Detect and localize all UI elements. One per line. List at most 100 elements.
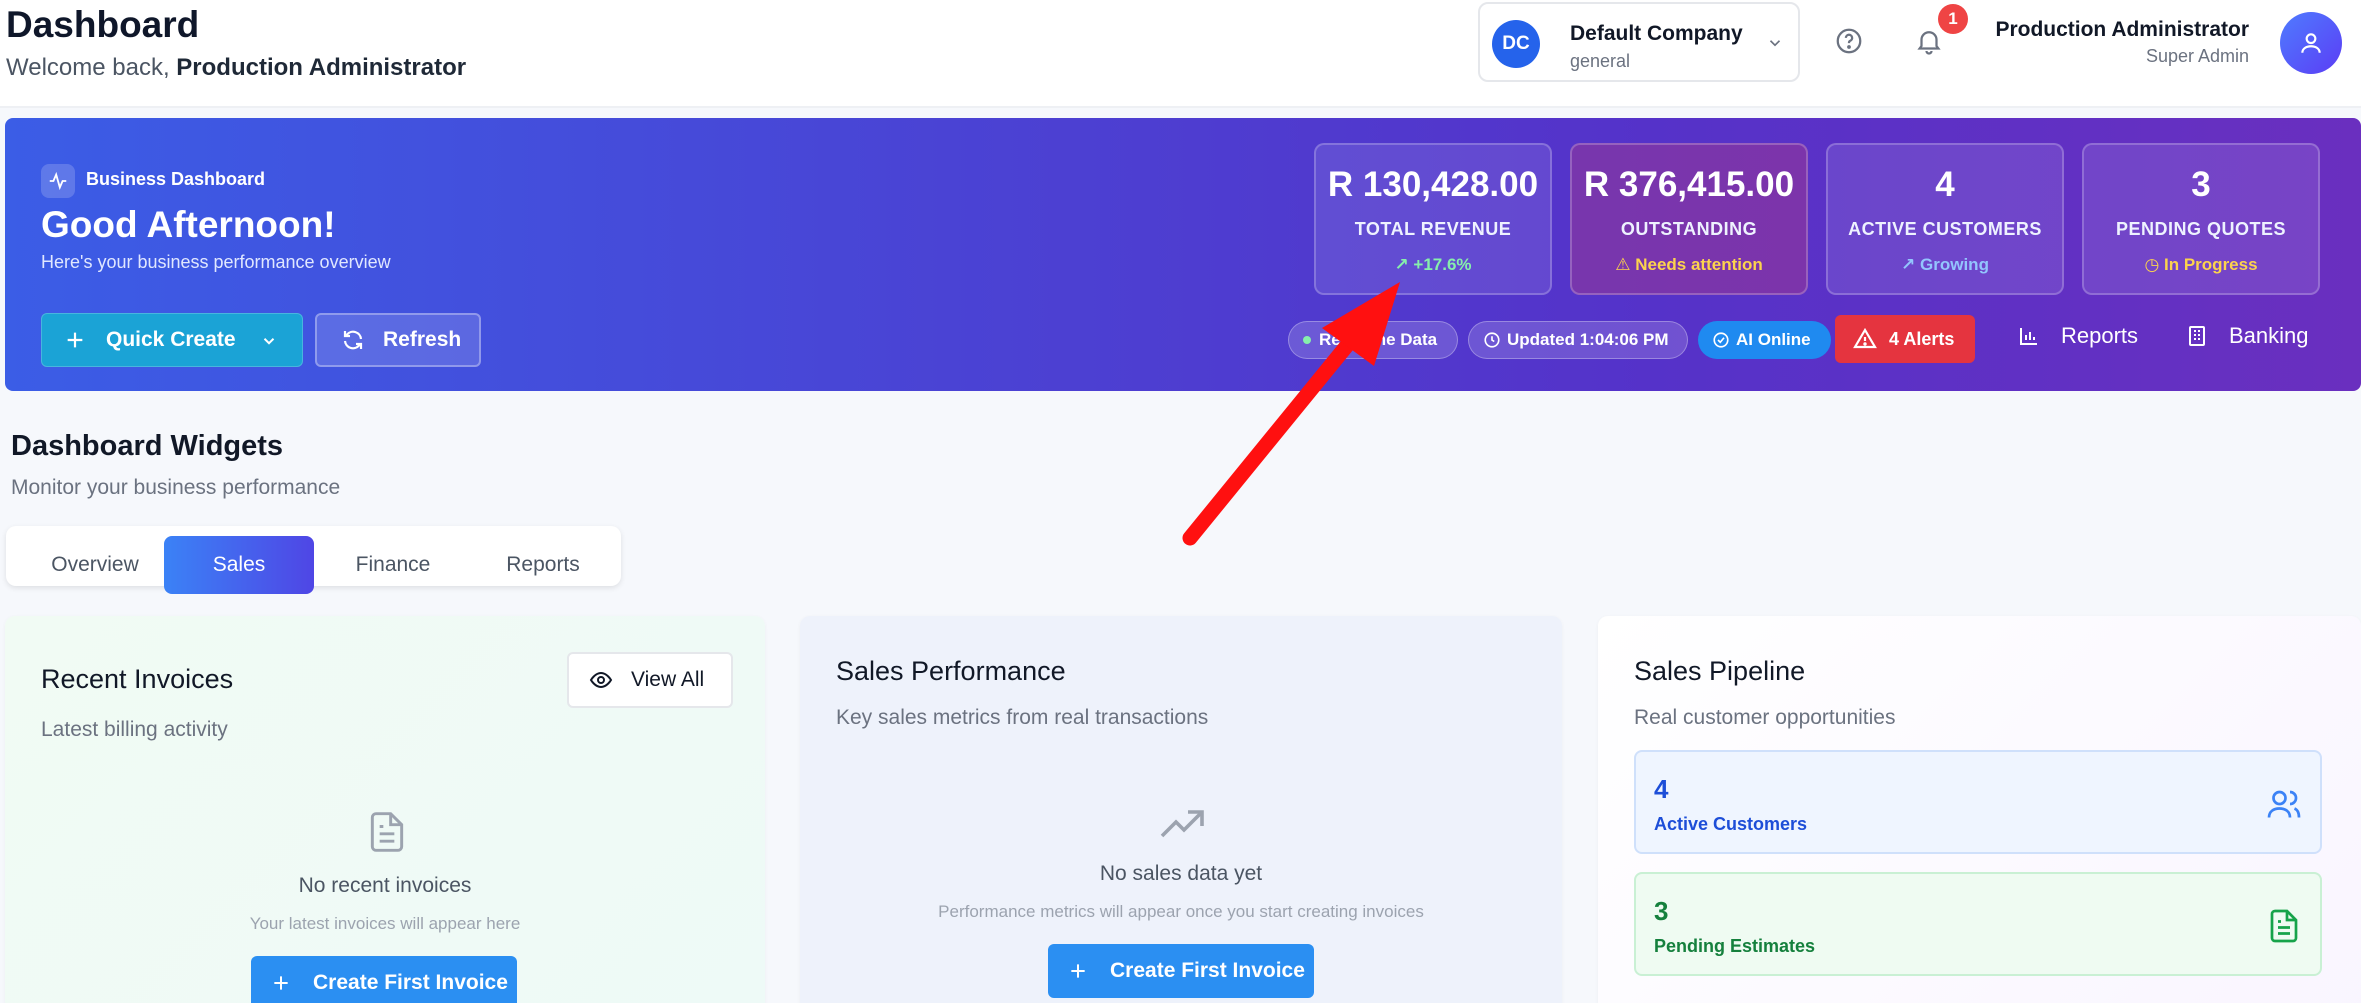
quick-create-button[interactable]: Quick Create (41, 313, 303, 367)
create-first-invoice-button[interactable]: Create First Invoice (1048, 944, 1314, 998)
user-icon (2301, 33, 2321, 53)
plus-icon (1071, 964, 1085, 978)
total-revenue-change: +17.6% (1413, 255, 1472, 274)
pending-quotes-status: ◷ In Progress (2084, 255, 2318, 275)
hero-greeting: Good Afternoon! (41, 204, 336, 245)
pipeline-active-customers-value: 4 (1654, 774, 1669, 804)
welcome-user-name: Production Administrator (176, 54, 467, 81)
recent-invoices-widget: Recent Invoices Latest billing activity … (5, 616, 765, 1003)
total-revenue-trend: ↗ +17.6% (1316, 255, 1550, 275)
active-customers-trend-text: Growing (1920, 255, 1989, 274)
no-sales-title: No sales data yet (1099, 862, 1263, 885)
clock-icon: ◷ (2144, 255, 2160, 274)
user-name: Production Administrator (1995, 18, 2249, 41)
clock-icon (1484, 332, 1500, 348)
eye-icon (589, 671, 613, 689)
bar-chart-icon (2020, 328, 2037, 345)
outstanding-label: OUTSTANDING (1620, 219, 1758, 239)
active-customers-label: ACTIVE CUSTOMERS (1848, 219, 2042, 239)
hero-banner: Business Dashboard Good Afternoon! Here'… (5, 118, 2361, 391)
company-subtitle: general (1570, 51, 1631, 71)
total-revenue-value: R 130,428.00 (1327, 165, 1539, 204)
pending-quotes-label: PENDING QUOTES (2115, 219, 2287, 239)
realtime-data-pill: Real-time Data (1288, 321, 1458, 359)
total-revenue-label: TOTAL REVENUE (1354, 219, 1512, 239)
reports-link[interactable]: Reports (2017, 323, 2138, 349)
company-avatar: DC (1492, 20, 1540, 68)
realtime-data-label: Real-time Data (1319, 330, 1438, 349)
hero-subtitle: Here's your business performance overvie… (41, 252, 391, 272)
live-dot-icon (1303, 336, 1311, 344)
building-icon (2189, 326, 2205, 346)
no-sales-subtitle: Performance metrics will appear once you… (938, 902, 1424, 921)
alerts-button[interactable]: 4 Alerts (1835, 315, 1975, 363)
recent-invoices-subtitle: Latest billing activity (41, 718, 228, 741)
users-icon (2267, 790, 2301, 818)
company-switcher[interactable]: DC Default Company general (1478, 2, 1800, 82)
file-text-icon (370, 812, 404, 852)
tab-reports[interactable]: Reports (468, 536, 618, 594)
pipeline-pending-estimates-card[interactable]: 3 Pending Estimates (1634, 872, 2322, 976)
pipeline-active-customers-card[interactable]: 4 Active Customers (1634, 750, 2322, 854)
no-invoices-title: No recent invoices (298, 874, 472, 897)
last-updated-pill: Updated 1:04:06 PM (1468, 321, 1688, 359)
pipeline-pending-estimates-value: 3 (1654, 896, 1669, 926)
trending-up-icon: ↗ (1901, 255, 1916, 274)
sales-performance-title: Sales Performance (836, 656, 1066, 686)
stat-card-pending-quotes[interactable]: 3 PENDING QUOTES ◷ In Progress (2082, 143, 2320, 295)
refresh-button[interactable]: Refresh (315, 313, 481, 367)
create-first-invoice-label: Create First Invoice (1110, 959, 1305, 982)
recent-invoices-title: Recent Invoices (41, 664, 234, 694)
welcome-message: Welcome back, Production Administrator (6, 54, 466, 82)
pending-quotes-value: 3 (2191, 165, 2211, 204)
refresh-icon (343, 330, 363, 350)
tab-finance[interactable]: Finance (318, 536, 468, 594)
ai-status-pill: AI Online (1698, 321, 1831, 359)
alerts-label: 4 Alerts (1889, 328, 1955, 349)
chevron-down-icon (1769, 40, 1781, 47)
trending-up-icon (1160, 810, 1204, 838)
outstanding-status: ⚠ Needs attention (1572, 255, 1806, 275)
sales-performance-subtitle: Key sales metrics from real transactions (836, 706, 1209, 729)
widget-tabs: Overview Sales Finance Reports (6, 526, 621, 594)
pipeline-active-customers-label: Active Customers (1654, 814, 1808, 834)
tab-overview[interactable]: Overview (20, 536, 170, 594)
create-first-invoice-button[interactable]: Create First Invoice (251, 956, 517, 1003)
bell-icon[interactable] (1914, 26, 1944, 56)
tab-sales[interactable]: Sales (164, 536, 314, 594)
no-invoices-subtitle: Your latest invoices will appear here (249, 914, 521, 933)
active-customers-trend: ↗ Growing (1828, 255, 2062, 275)
active-customers-value: 4 (1935, 165, 1955, 204)
hero-chip-label: Business Dashboard (86, 169, 266, 189)
company-name: Default Company (1570, 22, 1743, 45)
sales-pipeline-widget: Sales Pipeline Real customer opportuniti… (1598, 616, 2361, 1003)
refresh-label: Refresh (383, 328, 462, 351)
sales-pipeline-subtitle: Real customer opportunities (1634, 706, 1896, 729)
create-first-invoice-label: Create First Invoice (313, 971, 508, 994)
widgets-section-title: Dashboard Widgets (11, 430, 284, 462)
user-avatar[interactable] (2280, 12, 2342, 74)
stat-card-outstanding[interactable]: R 376,415.00 OUTSTANDING ⚠ Needs attenti… (1570, 143, 1808, 295)
sales-performance-widget: Sales Performance Key sales metrics from… (800, 616, 1562, 1003)
quick-create-label: Quick Create (106, 328, 236, 351)
outstanding-status-text: Needs attention (1635, 255, 1763, 274)
notification-badge: 1 (1938, 4, 1968, 34)
stat-card-active-customers[interactable]: 4 ACTIVE CUSTOMERS ↗ Growing (1826, 143, 2064, 295)
alert-triangle-icon (1853, 327, 1877, 349)
plus-icon (67, 332, 83, 348)
user-role: Super Admin (2145, 46, 2249, 66)
stat-card-total-revenue[interactable]: R 130,428.00 TOTAL REVENUE ↗ +17.6% (1314, 143, 1552, 295)
plus-icon (274, 976, 288, 990)
activity-icon (41, 164, 75, 198)
widgets-section-subtitle: Monitor your business performance (11, 476, 341, 499)
check-circle-icon (1713, 332, 1729, 348)
last-updated-label: Updated 1:04:06 PM (1507, 330, 1669, 349)
banking-link-label: Banking (2229, 323, 2309, 348)
welcome-prefix: Welcome back, (6, 54, 170, 81)
help-icon[interactable] (1834, 26, 1864, 56)
banking-link[interactable]: Banking (2185, 323, 2309, 349)
view-all-button[interactable]: View All (567, 652, 733, 708)
page-title: Dashboard (6, 4, 200, 45)
pipeline-pending-estimates-label: Pending Estimates (1654, 936, 1816, 956)
pending-quotes-status-text: In Progress (2164, 255, 2258, 274)
